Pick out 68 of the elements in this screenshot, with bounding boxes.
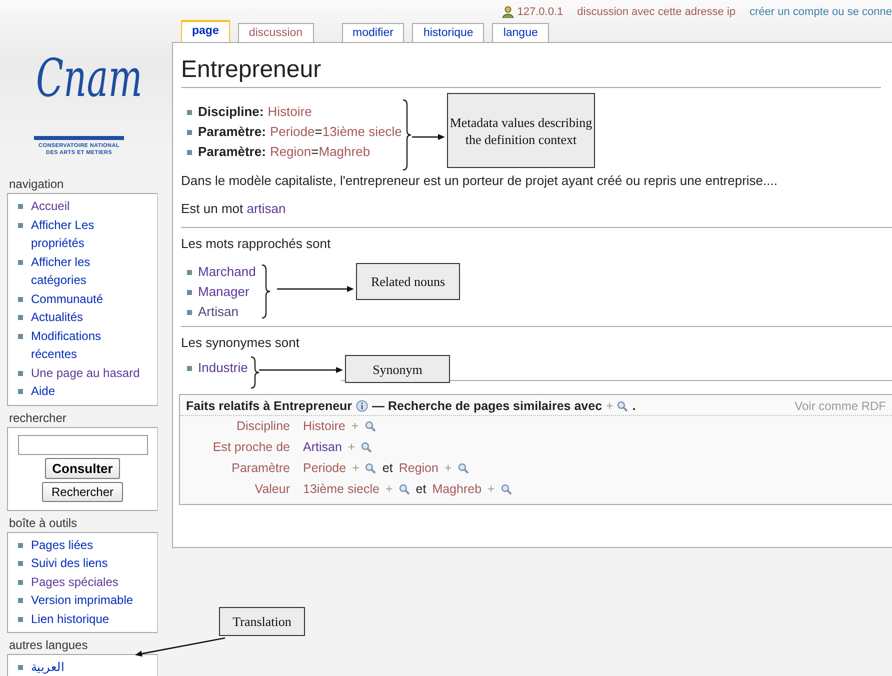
go-button[interactable]: Consulter [45,458,120,478]
tab[interactable]: historique [412,23,484,42]
sidebar-link[interactable]: Une page au hasard [31,364,140,382]
sidebar-link[interactable]: Pages liées [31,536,94,554]
metadata-label: Paramètre: [198,143,266,161]
search-button[interactable]: Rechercher [42,482,123,502]
word-link[interactable]: Artisan [198,302,238,322]
sidebar-link[interactable]: Modifications récentes [31,326,143,364]
portlet-heading: autres langues [8,637,88,654]
tab[interactable]: discussion [238,23,314,42]
ip-address: 127.0.0.1 [517,6,564,18]
sidebar-link[interactable]: Accueil [31,197,70,216]
annotation-note: Metadata values describing the definition context [447,93,595,168]
value-link[interactable]: Histoire [303,416,346,437]
value-link[interactable]: Artisan [303,437,342,458]
metadata-label: Discipline: [198,103,264,121]
portlet-heading: boîte à outils [8,514,78,532]
tab[interactable]: langue [492,23,549,42]
metadata-link[interactable]: 13ième siecle [322,122,402,142]
tab[interactable]: modifier [342,23,404,42]
sidebar-link[interactable]: Actualités [31,308,84,326]
section-heading: Les synonymes sont [181,334,301,352]
metadata-link[interactable]: Periode [270,122,315,142]
conjunction-text: et [416,481,426,498]
value-link[interactable]: Maghreb [432,479,482,500]
logo-wordmark[interactable]: Cnam [28,36,150,124]
metadata-link[interactable]: Maghreb [318,142,370,162]
word-link[interactable]: artisan [246,201,286,216]
facts-title: Faits relatifs à Entrepreneur [186,399,352,413]
equals-sign: = [314,123,322,141]
metadata-label: Paramètre: [198,123,266,141]
is-a-text: Est un mot artisan [181,200,287,218]
sidebar-link[interactable]: Communauté [31,290,104,308]
user-link[interactable]: créer un compte ou se conne [750,6,892,18]
word-link[interactable]: Industrie [198,358,248,378]
sidebar-link[interactable]: Afficher les catégories [31,252,143,290]
period-text: . [632,399,636,413]
property-name[interactable]: Discipline [180,416,303,437]
word-link[interactable]: Manager [198,282,250,302]
sidebar-link[interactable]: Aide [31,382,56,400]
metadata-link[interactable]: Region [270,142,312,162]
sidebar-link[interactable]: Pages spéciales [31,572,118,591]
value-link[interactable]: 13ième siecle [303,479,380,500]
sidebar-link[interactable]: Version imprimable [31,591,134,610]
word-link[interactable]: Marchand [198,262,256,282]
portlet-heading: rechercher [8,410,66,426]
portlet-heading: navigation [8,176,64,193]
annotation-note: Related nouns [356,263,460,300]
conjunction-text: et [382,460,393,477]
annotation-note: Translation [219,607,305,636]
tab[interactable]: page [181,20,230,42]
value-link[interactable]: Periode [303,458,346,479]
annotation-note: Synonym [345,355,450,383]
metadata-link[interactable]: Histoire [268,102,312,122]
definition-text: Dans le modèle capitaliste, l'entrepreneur est un porteur de projet ayant créé ou repris une entreprise.... [181,172,778,190]
value-link[interactable]: Region [398,458,438,479]
equals-sign: = [311,143,319,161]
user-link[interactable]: discussion avec cette adresse ip [577,6,736,18]
property-name[interactable]: Paramètre [180,458,303,479]
page-title: Entrepreneur [181,55,881,88]
property-name[interactable]: Valeur [180,479,303,500]
sidebar-link[interactable]: Afficher Les propriétés [31,216,143,252]
property-name[interactable]: Est proche de [180,437,303,458]
sidebar-link[interactable]: Lien historique [31,610,110,628]
facts-search-text: — Recherche de pages similaires avec [372,399,602,413]
sidebar-link[interactable]: العربية [31,658,64,676]
section-heading: Les mots rapprochés sont [181,235,332,253]
sidebar-link[interactable]: Suivi des liens [31,554,108,572]
